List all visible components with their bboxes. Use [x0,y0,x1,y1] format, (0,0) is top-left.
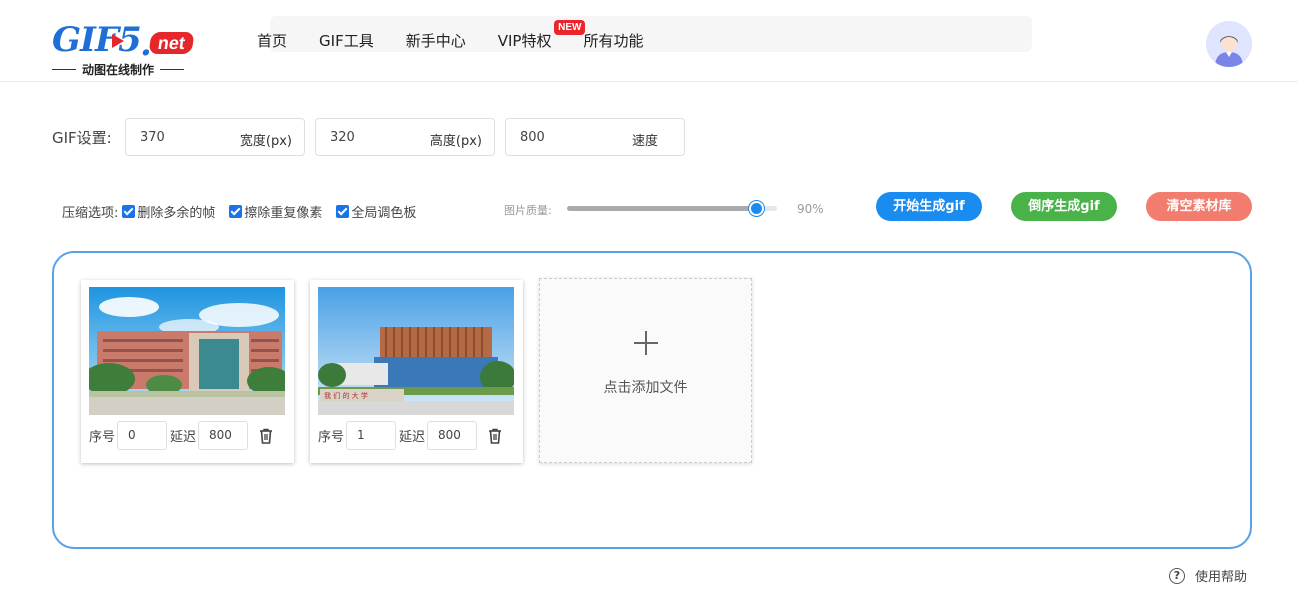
add-file-button[interactable]: 点击添加文件 [539,278,752,463]
checkbox-checked-icon [336,205,350,218]
frame-controls: 序号 0 延迟 800 [89,421,275,450]
quality-slider-fill [567,206,756,211]
nav-vip[interactable]: VIP特权 NEW [497,20,586,51]
compress-label: 压缩选项: [62,206,119,221]
help-label: 使用帮助 [1195,570,1248,585]
trash-icon[interactable] [486,427,504,445]
nav-home[interactable]: 首页 [257,30,287,51]
checkbox-checked-icon [229,205,243,218]
quality-value: 90% [797,202,824,216]
user-avatar[interactable] [1206,21,1252,67]
nav-beginner-center[interactable]: 新手中心 [406,30,466,51]
start-generate-button[interactable]: 开始生成gif [876,192,982,221]
width-field[interactable]: 370 宽度(px) [125,118,305,156]
quality-label: 图片质量: [504,204,552,217]
question-icon: ? [1169,567,1185,584]
speed-field[interactable]: 800 速度 [505,118,685,156]
frame-thumbnail[interactable]: 我 们 的 大 学 [318,287,514,415]
building-image [89,287,285,415]
checkbox-erase-pixels[interactable]: 擦除重复像素 [229,202,322,221]
checkbox-global-palette[interactable]: 全局调色板 [336,202,416,221]
width-value: 370 [140,130,165,145]
logo-subtitle: 动图在线制作 [52,61,202,78]
plus-icon [634,331,658,355]
checkbox-label: 删除多余的帧 [137,206,216,221]
checkbox-label: 擦除重复像素 [244,206,323,221]
logo-text: GIF5 [52,20,142,60]
frame-thumbnail[interactable] [89,287,285,415]
index-label: 序号 [89,430,116,445]
frame-card: 我 们 的 大 学 序号 1 延迟 800 [310,280,523,463]
frames-workspace: 序号 0 延迟 800 我 们 的 大 学 序号 1 延迟 800 点击添加文件 [52,251,1252,549]
compress-options: 压缩选项: 删除多余的帧 擦除重复像素 全局调色板 [62,202,430,221]
quality-slider[interactable] [567,201,777,216]
clear-library-button[interactable]: 清空素材库 [1146,192,1252,221]
site-logo[interactable]: GIF5 . net 动图在线制作 [52,20,202,80]
delay-label: 延迟 [170,430,197,445]
delay-input[interactable]: 800 [198,421,249,450]
logo-net-badge: net [148,32,195,54]
help-link[interactable]: ? 使用帮助 [1169,566,1247,585]
main-nav: 首页 GIF工具 新手中心 VIP特权 NEW 所有功能 [257,20,675,51]
nav-vip-label: VIP特权 [497,32,552,50]
speed-unit: 速度 [631,134,658,149]
index-input[interactable]: 0 [117,421,168,450]
trash-icon[interactable] [257,427,275,445]
logo-arrow-icon [112,34,124,48]
header: GIF5 . net 动图在线制作 首页 GIF工具 新手中心 VIP特权 NE… [0,0,1298,82]
checkbox-label: 全局调色板 [351,206,417,221]
height-field[interactable]: 320 高度(px) [315,118,495,156]
height-value: 320 [330,130,355,145]
add-file-label: 点击添加文件 [603,380,688,396]
nav-all-features[interactable]: 所有功能 [583,30,643,51]
checkbox-remove-frames[interactable]: 删除多余的帧 [122,202,215,221]
width-unit: 宽度(px) [239,134,292,149]
delay-label: 延迟 [399,430,426,445]
index-input[interactable]: 1 [346,421,397,450]
gif-settings: GIF设置: 370 宽度(px) 320 高度(px) 800 速度 [52,118,695,156]
speed-value: 800 [520,130,545,145]
delay-input[interactable]: 800 [427,421,478,450]
height-unit: 高度(px) [429,134,482,149]
logo-subtitle-text: 动图在线制作 [82,63,155,77]
settings-label: GIF设置: [52,128,112,147]
svg-text:我 们 的 大 学: 我 们 的 大 学 [324,391,368,400]
nav-gif-tools[interactable]: GIF工具 [319,30,374,51]
reverse-generate-button[interactable]: 倒序生成gif [1011,192,1117,221]
new-badge: NEW [554,20,586,35]
checkbox-checked-icon [122,205,136,218]
index-label: 序号 [318,430,345,445]
frame-card: 序号 0 延迟 800 [81,280,294,463]
quality-slider-handle[interactable] [749,201,764,216]
frame-controls: 序号 1 延迟 800 [318,421,504,450]
avatar-icon [1206,21,1252,67]
building-image: 我 们 的 大 学 [318,287,514,415]
